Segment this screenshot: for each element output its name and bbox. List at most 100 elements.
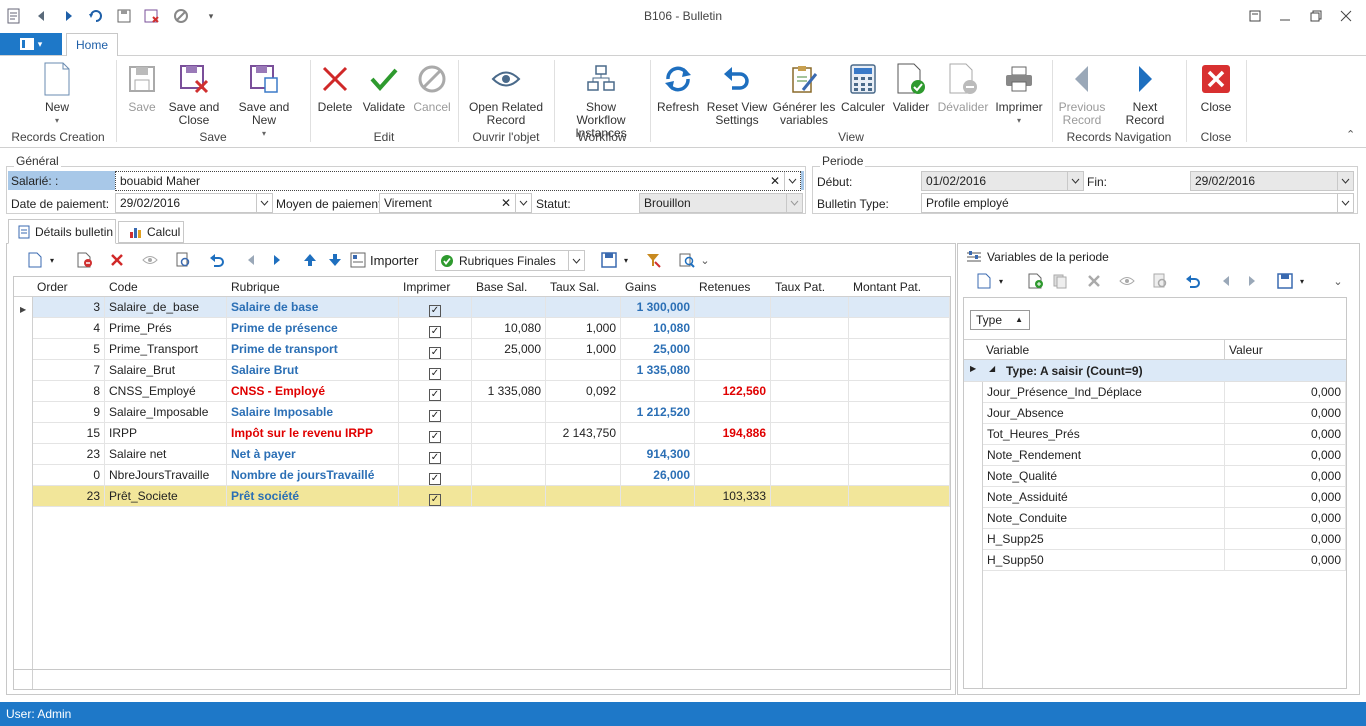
list-item[interactable]: Note_Rendement 0,000 xyxy=(983,445,1346,466)
chevron-down-icon[interactable]: ▾ xyxy=(620,249,632,271)
cell-tauxpat[interactable] xyxy=(771,360,849,381)
cell-gains[interactable]: 25,000 xyxy=(621,339,695,360)
cell-imprimer[interactable]: ✓ xyxy=(399,423,472,444)
cell-retenues[interactable] xyxy=(695,444,771,465)
cell-gains[interactable]: 1 300,000 xyxy=(621,297,695,318)
cell-gains[interactable]: 1 335,080 xyxy=(621,360,695,381)
chevron-down-icon[interactable]: ▾ xyxy=(46,249,58,271)
variable-value[interactable]: 0,000 xyxy=(1225,424,1346,445)
next-record-button[interactable]: Next Record xyxy=(1112,60,1178,127)
generer-variables-button[interactable]: Générer les variables xyxy=(772,60,836,127)
cell-code[interactable]: Salaire_Brut xyxy=(105,360,227,381)
move-up-icon[interactable] xyxy=(299,249,321,271)
imprimer-checkbox[interactable]: ✓ xyxy=(429,326,441,338)
imprimer-checkbox[interactable]: ✓ xyxy=(429,452,441,464)
cell-retenues[interactable] xyxy=(695,402,771,423)
copy-icon[interactable] xyxy=(1049,270,1071,292)
cell-montpat[interactable] xyxy=(849,297,950,318)
cell-montpat[interactable] xyxy=(849,339,950,360)
cell-base[interactable] xyxy=(472,402,546,423)
save-button[interactable]: Save xyxy=(124,60,160,114)
col-header-imprimer[interactable]: Imprimer xyxy=(403,280,450,294)
cell-rubrique[interactable]: Net à payer xyxy=(227,444,399,465)
cell-rubrique[interactable]: Salaire Imposable xyxy=(227,402,399,423)
importer-button[interactable]: Importer xyxy=(350,252,418,268)
cell-montpat[interactable] xyxy=(849,381,950,402)
cell-code[interactable]: Salaire_Imposable xyxy=(105,402,227,423)
cell-code[interactable]: Prime_Transport xyxy=(105,339,227,360)
collapse-group-icon[interactable]: ◢ xyxy=(989,364,995,373)
table-row[interactable]: 8 CNSS_Employé CNSS - Employé ✓ 1 335,080 0,0… xyxy=(33,381,950,402)
cell-tauxpat[interactable] xyxy=(771,465,849,486)
cell-imprimer[interactable]: ✓ xyxy=(399,360,472,381)
cell-tauxpat[interactable] xyxy=(771,402,849,423)
col-header-variable[interactable]: Variable xyxy=(986,343,1029,357)
col-header-gains[interactable]: Gains xyxy=(625,280,656,294)
cell-rubrique[interactable]: Prime de présence xyxy=(227,318,399,339)
chevron-down-icon[interactable] xyxy=(568,251,584,270)
list-item[interactable]: Note_Conduite 0,000 xyxy=(983,508,1346,529)
cell-gains[interactable] xyxy=(621,486,695,507)
imprimer-checkbox[interactable]: ✓ xyxy=(429,494,441,506)
chevron-down-icon[interactable] xyxy=(1337,194,1353,212)
cell-base[interactable] xyxy=(472,465,546,486)
customize-icon[interactable]: ▾ xyxy=(201,6,221,26)
open-related-record-button[interactable]: Open Related Record xyxy=(467,60,545,127)
group-row[interactable]: ▶ ◢ Type: A saisir (Count=9) xyxy=(964,360,1346,382)
cell-base[interactable] xyxy=(472,360,546,381)
view-eye-icon[interactable] xyxy=(1116,270,1138,292)
cell-code[interactable]: Salaire_de_base xyxy=(105,297,227,318)
moyen-paiement-field[interactable]: Virement ✕ xyxy=(379,193,532,213)
variable-value[interactable]: 0,000 xyxy=(1225,445,1346,466)
cell-rubrique[interactable]: Prime de transport xyxy=(227,339,399,360)
cell-code[interactable]: Salaire net xyxy=(105,444,227,465)
cancel-button[interactable]: Cancel xyxy=(412,60,452,114)
cell-montpat[interactable] xyxy=(849,360,950,381)
devalider-button[interactable]: Dévalider xyxy=(936,60,990,114)
search-options-icon[interactable] xyxy=(676,249,698,271)
delete-x-icon[interactable] xyxy=(106,249,128,271)
debut-field[interactable]: 01/02/2016 xyxy=(921,171,1084,191)
restore-ribbon-icon[interactable] xyxy=(1243,6,1267,26)
statut-field[interactable]: Brouillon xyxy=(639,193,803,213)
cell-order[interactable]: 4 xyxy=(33,318,105,339)
table-row[interactable]: 7 Salaire_Brut Salaire Brut ✓ 1 335,080 xyxy=(33,360,950,381)
cell-montpat[interactable] xyxy=(849,318,950,339)
cell-rubrique[interactable]: Impôt sur le revenu IRPP xyxy=(227,423,399,444)
date-paiement-field[interactable]: 29/02/2016 xyxy=(115,193,273,213)
chevron-down-icon[interactable]: ⌄ xyxy=(1331,270,1345,292)
refresh-button[interactable]: Refresh xyxy=(656,60,700,114)
cell-order[interactable]: 23 xyxy=(33,486,105,507)
export-icon[interactable] xyxy=(598,249,620,271)
chevron-down-icon[interactable] xyxy=(1337,172,1353,190)
cell-tauxpat[interactable] xyxy=(771,444,849,465)
save-close-icon[interactable] xyxy=(142,6,162,26)
cell-order[interactable]: 8 xyxy=(33,381,105,402)
table-row[interactable]: 23 Salaire net Net à payer ✓ 914,300 xyxy=(33,444,950,465)
chevron-down-icon[interactable] xyxy=(786,194,802,212)
view-eye-icon[interactable] xyxy=(139,249,161,271)
cell-taux[interactable]: 2 143,750 xyxy=(546,423,621,444)
new-row-icon[interactable] xyxy=(24,249,46,271)
cell-montpat[interactable] xyxy=(849,486,950,507)
table-row[interactable]: 0 NbreJoursTravaille Nombre de joursTravai… xyxy=(33,465,950,486)
collapse-ribbon-icon[interactable]: ⌃ xyxy=(1346,128,1355,141)
col-header-base-sal[interactable]: Base Sal. xyxy=(476,280,527,294)
variable-value[interactable]: 0,000 xyxy=(1225,382,1346,403)
cell-imprimer[interactable]: ✓ xyxy=(399,297,472,318)
salarie-field[interactable]: bouabid Maher ✕ xyxy=(115,171,801,191)
expand-row-icon[interactable]: ▶ xyxy=(970,364,976,373)
refresh-icon[interactable] xyxy=(86,6,106,26)
cell-order[interactable]: 0 xyxy=(33,465,105,486)
fin-field[interactable]: 29/02/2016 xyxy=(1190,171,1354,191)
cell-code[interactable]: CNSS_Employé xyxy=(105,381,227,402)
cell-gains[interactable] xyxy=(621,381,695,402)
col-header-taux-sal[interactable]: Taux Sal. xyxy=(550,280,599,294)
col-header-montant-pat[interactable]: Montant Pat. xyxy=(853,280,921,294)
cell-imprimer[interactable]: ✓ xyxy=(399,339,472,360)
list-item[interactable]: Jour_Absence 0,000 xyxy=(983,403,1346,424)
rubriques-filter-select[interactable]: Rubriques Finales xyxy=(435,250,585,271)
cell-taux[interactable]: 0,092 xyxy=(546,381,621,402)
cell-taux[interactable] xyxy=(546,465,621,486)
chevron-down-icon[interactable] xyxy=(515,194,531,212)
